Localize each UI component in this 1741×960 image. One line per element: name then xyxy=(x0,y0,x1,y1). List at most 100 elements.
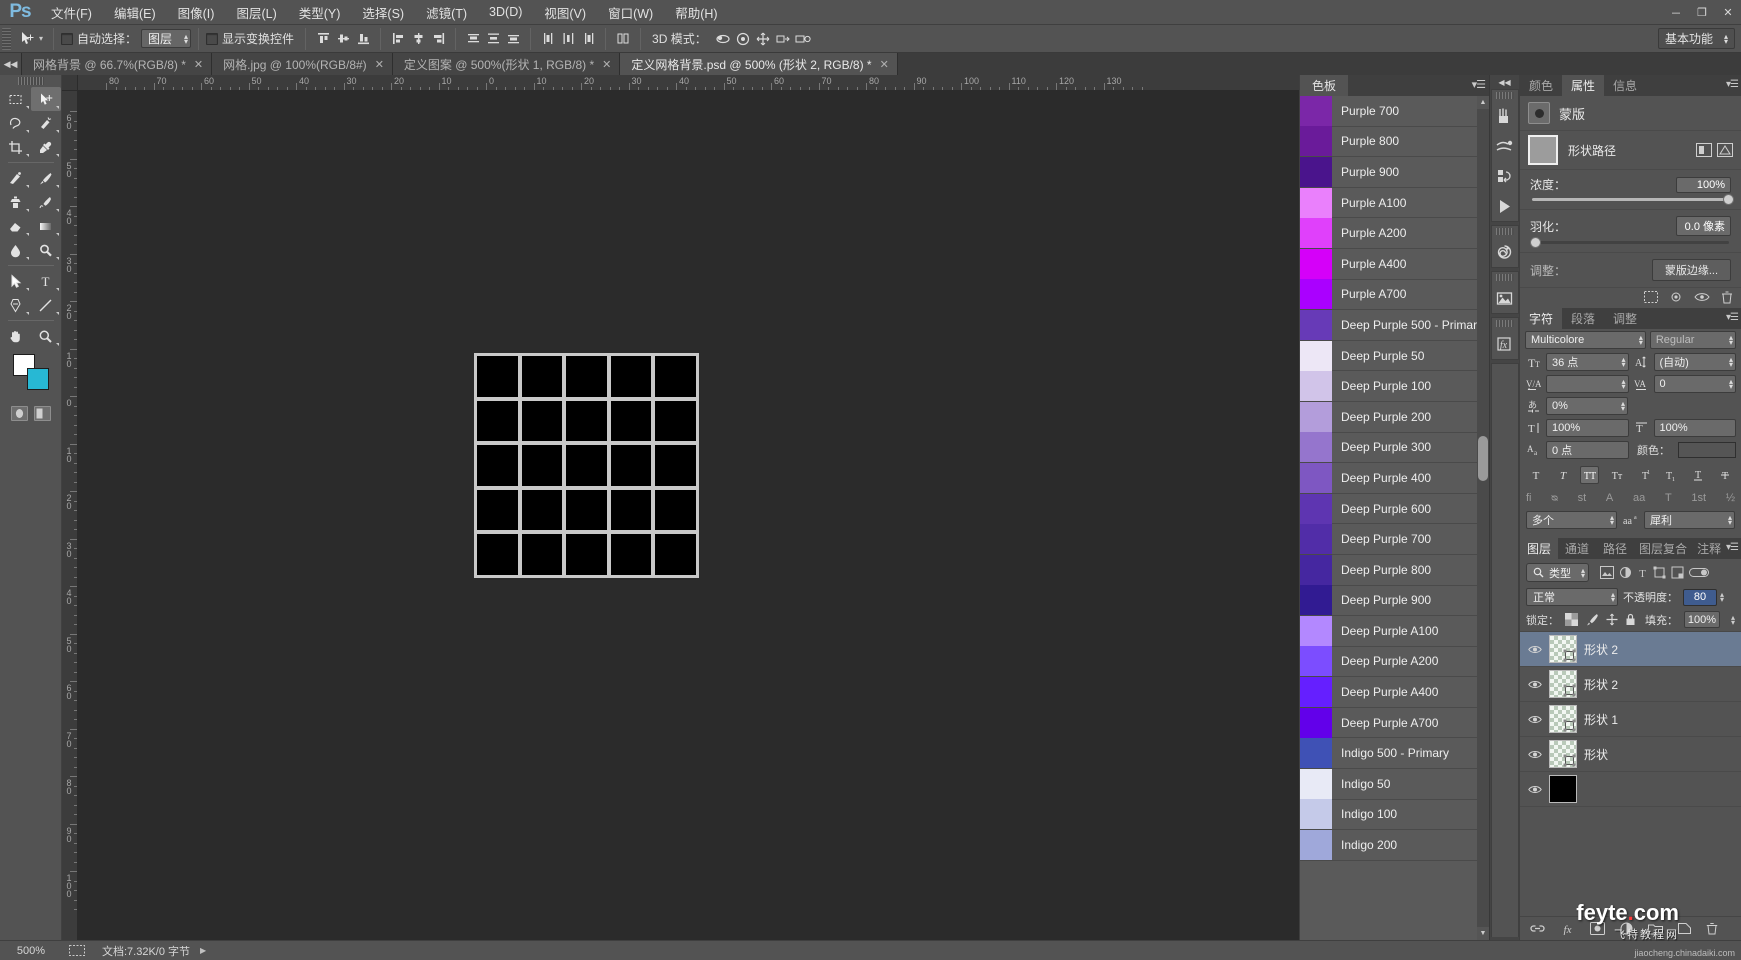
swatch-color-chip[interactable] xyxy=(1300,248,1332,279)
swatch-color-chip[interactable] xyxy=(1300,646,1332,677)
brush-tool-icon[interactable] xyxy=(31,166,61,190)
align-left-edges-icon[interactable] xyxy=(388,29,408,49)
filter-shape-icon[interactable] xyxy=(1653,566,1666,579)
align-vertical-centers-icon[interactable] xyxy=(333,29,353,49)
tab-info[interactable]: 信息 xyxy=(1604,75,1646,96)
layer-style-icon[interactable]: fx xyxy=(1560,922,1575,935)
tab-close-icon-0[interactable]: ✕ xyxy=(194,58,203,71)
blend-mode-dropdown[interactable]: 正常 ▴ ▾ xyxy=(1526,588,1618,606)
distribute-bottom-icon[interactable] xyxy=(503,29,523,49)
swatch-row[interactable]: Deep Purple 200 xyxy=(1300,401,1489,433)
swatch-row[interactable]: Deep Purple 500 - Primary xyxy=(1300,309,1489,341)
layers-panel-menu-icon[interactable]: ▾☰ xyxy=(1726,542,1739,553)
swatch-row[interactable]: Purple A400 xyxy=(1300,248,1489,280)
menu-help[interactable]: 帮助(H) xyxy=(664,0,728,25)
opacity-chevron-icon[interactable]: ▴ ▾ xyxy=(1720,591,1724,604)
clone-source-icon[interactable] xyxy=(1492,131,1518,161)
swatch-row[interactable]: Deep Purple 800 xyxy=(1300,554,1489,586)
vertical-ruler[interactable]: 6 0 5 0 4 0 3 0 2 0 1 0 0 1 0 2 0 3 0 4 0 5 0 6 0 7 0… xyxy=(62,91,78,940)
collapse-tabs-icon[interactable]: ◀◀ xyxy=(0,53,22,75)
document-tab-0[interactable]: 网格背景 @ 66.7%(RGB/8) * ✕ xyxy=(22,53,213,75)
opacity-value[interactable]: 80 xyxy=(1683,588,1717,606)
faux-italic-button[interactable]: T xyxy=(1553,466,1572,484)
ruler-corner[interactable] xyxy=(62,75,78,91)
menu-file[interactable]: 文件(F) xyxy=(40,0,103,25)
swatch-color-chip[interactable] xyxy=(1300,677,1332,708)
quick-mask-mode-icon[interactable] xyxy=(10,406,28,421)
subscript-button[interactable]: T1 xyxy=(1662,466,1681,484)
character-panel-menu-icon[interactable]: ▾☰ xyxy=(1726,312,1739,323)
distribute-hcenter-icon[interactable] xyxy=(558,29,578,49)
eraser-tool-icon[interactable] xyxy=(1,214,31,238)
swash-button[interactable]: A xyxy=(1606,492,1613,504)
all-caps-button[interactable]: TT xyxy=(1580,466,1600,484)
swatch-color-chip[interactable] xyxy=(1300,493,1332,524)
layer-row[interactable]: 形状 2 xyxy=(1520,632,1741,667)
menu-edit[interactable]: 编辑(E) xyxy=(103,0,167,25)
pen-tool-icon[interactable] xyxy=(1,293,31,317)
clone-stamp-tool-icon[interactable] xyxy=(1,190,31,214)
tab-character[interactable]: 字符 xyxy=(1520,308,1563,329)
font-style-field[interactable]: Regular ▴ ▾ xyxy=(1649,331,1736,349)
tab-close-icon-2[interactable]: ✕ xyxy=(602,58,611,71)
auto-select-checkbox[interactable] xyxy=(61,32,74,45)
swatch-color-chip[interactable] xyxy=(1300,524,1332,555)
lock-transparency-icon[interactable] xyxy=(1565,613,1578,626)
quick-selection-tool-icon[interactable] xyxy=(31,111,61,135)
dock-grip-3[interactable] xyxy=(1495,274,1514,281)
swatch-row[interactable]: Deep Purple A100 xyxy=(1300,615,1489,647)
crop-tool-icon[interactable] xyxy=(1,135,31,159)
spot-healing-tool-icon[interactable] xyxy=(1,166,31,190)
vector-mask-icon[interactable] xyxy=(1717,143,1733,157)
swatch-row[interactable]: Deep Purple 400 xyxy=(1300,462,1489,494)
menu-select[interactable]: 选择(S) xyxy=(351,0,415,25)
leading-field[interactable]: (自动) ▴ ▾ xyxy=(1653,353,1736,371)
line-tool-icon[interactable] xyxy=(31,293,61,317)
dock-grip-1[interactable] xyxy=(1495,92,1514,99)
tab-paths[interactable]: 路径 xyxy=(1596,538,1634,559)
underline-button[interactable]: T xyxy=(1689,466,1708,484)
swatch-color-chip[interactable] xyxy=(1300,187,1332,218)
swatch-row[interactable]: Deep Purple 900 xyxy=(1300,585,1489,617)
load-selection-icon[interactable] xyxy=(1644,291,1658,303)
menu-image[interactable]: 图像(I) xyxy=(167,0,226,25)
swatch-row[interactable]: Deep Purple A400 xyxy=(1300,677,1489,708)
hand-tool-icon[interactable] xyxy=(1,324,31,348)
discretionary-ligatures-button[interactable]: st xyxy=(1578,492,1587,504)
ordinals-button[interactable]: 1st xyxy=(1691,492,1706,504)
language-field[interactable]: 多个 ▴ ▾ xyxy=(1526,511,1617,529)
new-group-icon[interactable] xyxy=(1648,922,1663,935)
dock-grip-4[interactable] xyxy=(1495,320,1514,327)
swatch-color-chip[interactable] xyxy=(1300,768,1332,799)
maximize-button[interactable]: ❐ xyxy=(1689,0,1715,25)
tab-channels[interactable]: 通道 xyxy=(1558,538,1596,559)
lock-image-icon[interactable] xyxy=(1584,613,1599,626)
layer-filter-dropdown[interactable]: 类型 ▴ ▾ xyxy=(1526,563,1590,582)
dock-expand-icon[interactable]: ◀◀ xyxy=(1490,75,1520,89)
history-icon[interactable] xyxy=(1492,161,1518,191)
document-tab-1[interactable]: 网格.jpg @ 100%(RGB/8#) ✕ xyxy=(212,53,393,75)
menu-filter[interactable]: 滤镜(T) xyxy=(415,0,478,25)
oldstyle-button[interactable]: aa xyxy=(1633,492,1645,504)
swatch-color-chip[interactable] xyxy=(1300,156,1332,187)
swatch-row[interactable]: Purple A200 xyxy=(1300,218,1489,249)
apply-mask-icon[interactable] xyxy=(1669,291,1683,303)
swatch-color-chip[interactable] xyxy=(1300,126,1332,157)
layer-visibility-icon[interactable] xyxy=(1528,749,1542,760)
font-family-field[interactable]: Multicolore ▴ ▾ xyxy=(1525,331,1646,349)
type-tool-icon[interactable]: T xyxy=(31,269,61,293)
menu-view[interactable]: 视图(V) xyxy=(533,0,597,25)
layer-thumbnail[interactable] xyxy=(1549,740,1577,768)
swatch-row[interactable]: Purple A700 xyxy=(1300,279,1489,311)
layer-thumbnail[interactable] xyxy=(1549,775,1577,803)
layers-list[interactable]: 形状 2 形状 2 形状 1 形状 xyxy=(1520,631,1741,807)
tab-paragraph[interactable]: 段落 xyxy=(1562,308,1604,329)
layer-thumbnail[interactable] xyxy=(1549,635,1577,663)
layer-row[interactable] xyxy=(1520,772,1741,807)
swatch-color-chip[interactable] xyxy=(1300,585,1332,616)
distribute-left-icon[interactable] xyxy=(538,29,558,49)
strikethrough-button[interactable]: T xyxy=(1716,466,1735,484)
menu-layer[interactable]: 图层(L) xyxy=(225,0,287,25)
dodge-tool-icon[interactable] xyxy=(31,238,61,262)
screen-mode-icon[interactable] xyxy=(33,406,51,421)
